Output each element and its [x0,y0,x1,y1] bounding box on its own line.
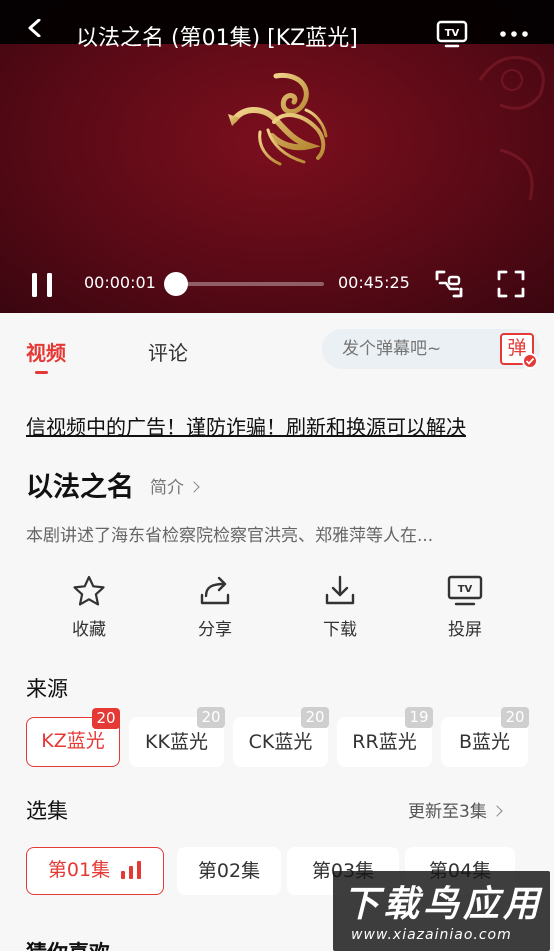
episode-button[interactable]: 第02集 [177,847,281,895]
svg-text:TV: TV [458,584,473,595]
back-icon[interactable] [26,19,44,37]
tv-cast-icon[interactable]: TV [436,20,468,48]
watermark: 下载鸟应用 www.xiazainiao.com [333,871,550,951]
video-title: 以法之名 (第01集) [KZ蓝光] [76,26,358,51]
download-button[interactable]: 下载 [300,575,380,640]
current-time: 00:00:01 [84,273,156,292]
player-controls: 00:00:01 00:45:25 [0,255,554,313]
scrolling-notice: 信视频中的广告！谨防诈骗！刷新和换源可以解决 [26,411,526,439]
episode-count-badge: 20 [501,707,529,728]
tab-video[interactable]: 视频 [26,337,66,366]
episode-button[interactable]: 第01集 [26,847,164,895]
danmaku-toggle-button[interactable]: 弹 [500,333,538,369]
episode-update-link[interactable]: 更新至3集 [408,797,503,822]
player-top-bar: 以法之名 (第01集) [KZ蓝光] TV [0,0,554,51]
episode-count-badge: 19 [405,707,433,728]
share-label: 分享 [198,620,232,640]
detail-panel: 视频 评论 弹 信视频中的广告！谨防诈骗！刷新和换源可以解决 以法之名 简介 本… [0,313,554,951]
active-tab-indicator [35,371,48,374]
show-description[interactable]: 本剧讲述了海东省检察院检察官洪亮、郑雅萍等人在... [26,521,516,546]
recommend-section-title: 猜你喜欢 [26,937,110,951]
source-label: CK蓝光 [248,731,313,753]
download-label: 下载 [323,620,357,640]
intro-label: 简介 [150,478,184,498]
pause-icon[interactable] [30,272,54,298]
update-label: 更新至3集 [408,802,487,822]
watermark-text: 下载鸟应用 [343,884,544,925]
notice-text: 信视频中的广告！谨防诈骗！刷新和换源可以解决 [26,415,466,439]
corner-decoration [478,56,545,110]
download-icon [325,575,355,605]
source-label: KK蓝光 [145,731,208,753]
progress-bar[interactable] [164,272,324,296]
tv-icon: TV [447,575,483,606]
switch-source-icon[interactable] [434,269,464,299]
watermark-url: www.xiazainiao.com [351,927,512,943]
episode-label: 第02集 [197,860,261,882]
tab-comment[interactable]: 评论 [148,337,188,366]
source-label: B蓝光 [458,731,511,753]
action-bar: 收藏 分享 下载 TV 投屏 [0,575,554,645]
more-icon[interactable] [498,24,530,44]
source-chip[interactable]: RR蓝光 19 [337,707,433,767]
chevron-right-icon [491,805,503,817]
source-chip[interactable]: KK蓝光 20 [129,707,225,767]
source-section-title: 来源 [26,677,68,701]
episode-count-badge: 20 [301,707,329,728]
video-player[interactable]: 以法之名 (第01集) [KZ蓝光] TV 00:00:01 00:45:25 [0,0,554,313]
check-icon [522,353,538,369]
chevron-right-icon [188,481,200,493]
source-chip[interactable]: B蓝光 20 [441,707,529,767]
cast-label: 投屏 [448,620,482,640]
share-icon [200,576,230,605]
corner-decoration [499,148,534,201]
episode-label: 第01集 [47,859,111,881]
danmaku-box[interactable]: 弹 [322,329,540,369]
star-icon [73,575,105,606]
episode-count-badge: 20 [197,707,225,728]
progress-thumb[interactable] [164,272,188,296]
now-playing-icon [121,860,142,879]
svg-text:TV: TV [445,28,460,39]
source-chip[interactable]: KZ蓝光 20 [26,708,120,767]
source-label: KZ蓝光 [41,730,105,752]
episode-section-title: 选集 [26,799,68,823]
show-title: 以法之名 [26,472,134,503]
danmaku-input[interactable] [342,339,492,359]
fullscreen-icon[interactable] [497,270,525,298]
intro-link[interactable]: 简介 [150,473,200,498]
cast-button[interactable]: TV 投屏 [425,575,505,640]
source-list: KZ蓝光 20 KK蓝光 20 CK蓝光 20 RR蓝光 19 B蓝光 20 [26,707,554,769]
share-button[interactable]: 分享 [175,575,255,640]
phoenix-emblem-icon [228,72,328,166]
source-label: RR蓝光 [352,731,417,753]
episode-count-badge: 20 [92,708,120,729]
favorite-label: 收藏 [72,620,106,640]
source-chip[interactable]: CK蓝光 20 [233,707,329,767]
favorite-button[interactable]: 收藏 [49,575,129,640]
total-time: 00:45:25 [338,273,410,292]
